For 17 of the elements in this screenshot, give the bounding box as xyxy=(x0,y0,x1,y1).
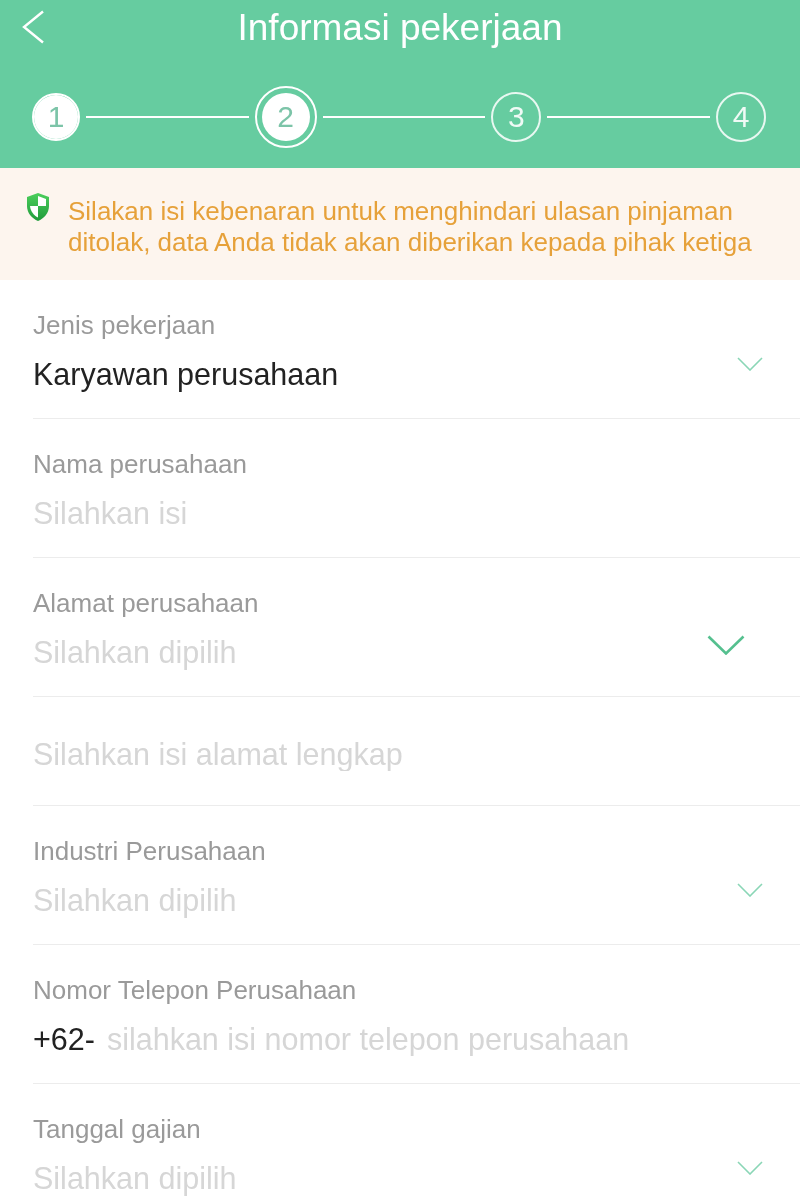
field-label: Industri Perusahaan xyxy=(33,835,267,867)
notice-text: Silakan isi kebenaran untuk menghindari ulasan pinjaman ditolak, data Anda tidak akan diberikan kepada pihak ketiga xyxy=(68,196,753,258)
shield-icon xyxy=(26,192,50,222)
field-label: Nomor Telepon Perusahaan xyxy=(33,974,358,1006)
step-indicator: 4 xyxy=(716,92,766,142)
field-label: Tanggal gajian xyxy=(33,1113,202,1145)
field-label: Nama perusahaan xyxy=(33,448,248,480)
field-label: Alamat perusahaan xyxy=(33,587,260,619)
step-indicator: 2 xyxy=(254,86,317,148)
field-label: Jenis pekerjaan xyxy=(33,309,217,341)
back-icon xyxy=(21,10,45,44)
step-indicator: 1 xyxy=(32,93,80,141)
step-indicator: 3 xyxy=(491,92,542,142)
page-title: Informasi pekerjaan xyxy=(237,6,563,50)
back-button[interactable] xyxy=(21,10,45,44)
dropdown-field[interactable]: Karyawan perusahaan xyxy=(33,357,800,391)
phone-prefix: +62- xyxy=(33,1022,95,1056)
